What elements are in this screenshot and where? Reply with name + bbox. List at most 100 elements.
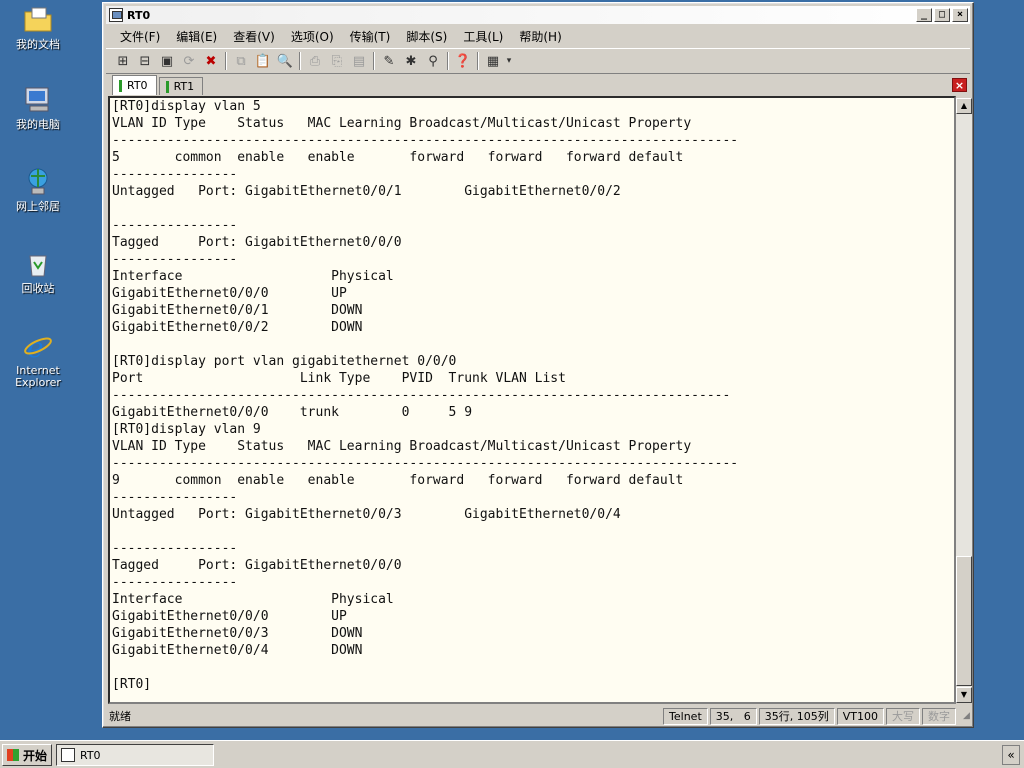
quick-connect-icon[interactable]: ⊟ <box>134 50 156 72</box>
desktop-icon-my-documents[interactable]: 我的文档 <box>8 4 68 51</box>
terminal-line: VLAN ID Type Status MAC Learning Broadca… <box>112 116 692 131</box>
taskbar-item-rt0[interactable]: RT0 <box>56 744 214 766</box>
terminal-line: GigabitEthernet0/0/0 UP <box>112 609 347 624</box>
terminal-line: GigabitEthernet0/0/0 UP <box>112 286 347 301</box>
menu-view[interactable]: 查看(V) <box>225 28 283 45</box>
terminal-line: Tagged Port: GigabitEthernet0/0/0 <box>112 235 402 250</box>
title-bar[interactable]: RT0 _ □ × <box>106 6 970 24</box>
desktop-icon-my-computer[interactable]: 我的电脑 <box>8 84 68 131</box>
terminal-line: [RT0]display vlan 5 <box>112 99 261 114</box>
terminal-line: ---------------- <box>112 252 238 267</box>
toolbar-separator <box>225 52 227 70</box>
terminal-line: ---------------- <box>112 218 238 233</box>
terminal-line: GigabitEthernet0/0/1 DOWN <box>112 303 363 318</box>
terminal-line: ---------------- <box>112 167 238 182</box>
terminal-line: ---------------- <box>112 541 238 556</box>
terminal-line: [RT0] <box>112 677 152 692</box>
scroll-down-icon[interactable]: ▼ <box>956 687 972 703</box>
taskbar-item-label: RT0 <box>80 748 101 762</box>
desktop-icon-recycle-bin[interactable]: 回收站 <box>8 248 68 295</box>
terminal-line: Interface Physical <box>112 592 394 607</box>
menu-options[interactable]: 选项(O) <box>283 28 342 45</box>
connect-tab-icon[interactable]: ▣ <box>156 50 178 72</box>
menu-file[interactable]: 文件(F) <box>112 28 168 45</box>
status-ready: 就绪 <box>109 710 131 723</box>
minimize-button[interactable]: _ <box>916 8 932 22</box>
print-icon[interactable]: ⎙ <box>304 50 326 72</box>
menu-edit[interactable]: 编辑(E) <box>168 28 225 45</box>
start-button[interactable]: 开始 <box>2 744 52 766</box>
terminal-line: GigabitEthernet0/0/2 DOWN <box>112 320 363 335</box>
connect-icon[interactable]: ⊞ <box>112 50 134 72</box>
copy-icon[interactable]: ⧉ <box>230 50 252 72</box>
menu-tools[interactable]: 工具(L) <box>455 28 511 45</box>
terminal-line: [RT0]display port vlan gigabitethernet 0… <box>112 354 457 369</box>
toolbar-dropdown-icon[interactable]: ▾ <box>504 50 514 72</box>
app-icon <box>109 8 123 22</box>
desktop-icon-label: 回收站 <box>21 282 55 295</box>
desktop-icon-label: Explorer <box>15 376 61 389</box>
resize-grip-icon[interactable]: ◢ <box>958 708 970 725</box>
scroll-up-icon[interactable]: ▲ <box>956 98 972 114</box>
desktop-icon-network[interactable]: 网上邻居 <box>8 166 68 213</box>
terminal-line: GigabitEthernet0/0/3 DOWN <box>112 626 363 641</box>
windows-logo-icon <box>7 749 19 761</box>
scroll-thumb[interactable] <box>956 556 972 686</box>
printer-setup-icon[interactable]: ▤ <box>348 50 370 72</box>
terminal-line: 9 common enable enable forward forward f… <box>112 473 684 488</box>
session-options-icon[interactable]: ✎ <box>378 50 400 72</box>
taskbar: 开始 RT0 « <box>0 740 1024 768</box>
tray-expand-icon[interactable]: « <box>1002 745 1020 765</box>
paste-icon[interactable]: 📋 <box>252 50 274 72</box>
maximize-button[interactable]: □ <box>934 8 950 22</box>
toolbar: ⊞ ⊟ ▣ ⟳ ✖ ⧉ 📋 🔍 ⎙ ⎘ ▤ ✎ ✱ ⚲ ❓ ▦ ▾ <box>106 48 970 74</box>
help-icon[interactable]: ❓ <box>452 50 474 72</box>
close-button[interactable]: × <box>952 8 968 22</box>
terminal-lines: [RT0]display vlan 5 VLAN ID Type Status M… <box>112 98 738 693</box>
vertical-scrollbar[interactable]: ▲ ▼ <box>956 98 972 703</box>
session-tabs: RT0 RT1 <box>106 75 970 95</box>
keypad-icon[interactable]: ▦ <box>482 50 504 72</box>
computer-icon <box>22 84 54 116</box>
terminal-line: ----------------------------------------… <box>112 388 731 403</box>
terminal-line: ----------------------------------------… <box>112 456 739 471</box>
toolbar-separator <box>447 52 449 70</box>
terminal-line: [RT0]display vlan 9 <box>112 422 261 437</box>
global-options-icon[interactable]: ✱ <box>400 50 422 72</box>
tab-rt1[interactable]: RT1 <box>158 77 204 95</box>
terminal-line: ----------------------------------------… <box>112 133 739 148</box>
tab-rt0[interactable]: RT0 <box>112 75 157 95</box>
desktop-icon-label: 我的电脑 <box>16 118 60 131</box>
status-caps: 大写 <box>886 707 920 725</box>
terminal-line: GigabitEthernet0/0/0 trunk 0 5 9 <box>112 405 473 420</box>
desktop-icon-internet-explorer[interactable]: e Internet Explorer <box>8 330 68 389</box>
toolbar-separator <box>299 52 301 70</box>
terminal-line: VLAN ID Type Status MAC Learning Broadca… <box>112 439 692 454</box>
ie-icon: e <box>22 330 54 364</box>
menu-help[interactable]: 帮助(H) <box>511 28 569 45</box>
keymap-icon[interactable]: ⚲ <box>422 50 444 72</box>
terminal-line: Interface Physical <box>112 269 394 284</box>
terminal-output[interactable]: [RT0]display vlan 5 VLAN ID Type Status M… <box>108 96 956 704</box>
disconnect-icon[interactable]: ✖ <box>200 50 222 72</box>
toolbar-separator <box>477 52 479 70</box>
print-selection-icon[interactable]: ⎘ <box>326 50 348 72</box>
terminal-line: Untagged Port: GigabitEthernet0/0/3 Giga… <box>112 507 621 522</box>
terminal-line: ---------------- <box>112 575 238 590</box>
find-icon[interactable]: 🔍 <box>274 50 296 72</box>
folder-documents-icon <box>22 4 54 36</box>
menu-script[interactable]: 脚本(S) <box>398 28 455 45</box>
terminal-line: Tagged Port: GigabitEthernet0/0/0 <box>112 558 402 573</box>
recycle-bin-icon <box>22 248 54 280</box>
status-terminal-type: VT100 <box>836 707 884 725</box>
reconnect-icon[interactable]: ⟳ <box>178 50 200 72</box>
status-cursor: 35, 6 <box>709 707 757 725</box>
tab-label: RT0 <box>127 79 148 92</box>
close-tab-icon[interactable]: × <box>952 78 967 92</box>
menu-transfer[interactable]: 传输(T) <box>342 28 399 45</box>
start-label: 开始 <box>23 748 48 763</box>
